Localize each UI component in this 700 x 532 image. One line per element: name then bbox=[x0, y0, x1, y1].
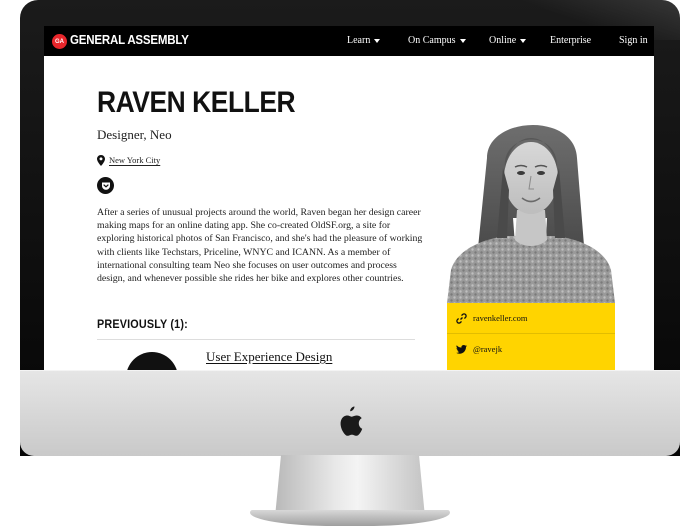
location-link[interactable]: New York City bbox=[109, 155, 160, 165]
chevron-down-icon bbox=[459, 38, 466, 43]
ga-logo-icon[interactable]: GA bbox=[52, 34, 67, 49]
chevron-down-icon bbox=[520, 38, 527, 43]
brand-name[interactable]: GENERAL ASSEMBLY bbox=[70, 33, 189, 47]
nav-enterprise-label: Enterprise bbox=[550, 35, 592, 46]
previously-heading: PREVIOUSLY (1): bbox=[97, 317, 188, 331]
nav-sign-in-label: Sign in bbox=[619, 35, 648, 46]
course-thumbnail[interactable] bbox=[126, 352, 178, 370]
nav-learn[interactable]: Learn bbox=[347, 35, 381, 46]
profile-links-panel: ravenkeller.com @ravejk bbox=[447, 303, 615, 370]
nav-on-campus[interactable]: On Campus bbox=[408, 35, 466, 46]
nav-learn-label: Learn bbox=[347, 35, 371, 46]
course-title-link[interactable]: User Experience Design bbox=[206, 349, 332, 365]
profile-name: RAVEN KELLER bbox=[97, 86, 296, 119]
website-link[interactable]: ravenkeller.com bbox=[447, 303, 615, 333]
nav-sign-in[interactable]: Sign in bbox=[619, 35, 648, 46]
nav-online-label: Online bbox=[489, 35, 517, 46]
imac-base bbox=[250, 510, 450, 526]
profile-photo bbox=[447, 98, 615, 303]
nav-enterprise[interactable]: Enterprise bbox=[550, 35, 591, 46]
profile-job-title: Designer, Neo bbox=[97, 127, 172, 142]
twitter-icon bbox=[456, 345, 467, 354]
browser-viewport: GA GENERAL ASSEMBLY Learn On Campus Onli… bbox=[44, 26, 654, 370]
pocket-icon bbox=[101, 182, 110, 190]
nav-on-campus-label: On Campus bbox=[408, 35, 456, 46]
website-link-label: ravenkeller.com bbox=[473, 313, 528, 323]
twitter-link[interactable]: @ravejk bbox=[447, 333, 615, 363]
section-divider bbox=[97, 339, 415, 340]
nav-online[interactable]: Online bbox=[489, 35, 527, 46]
profile-bio: After a series of unusual projects aroun… bbox=[97, 207, 423, 285]
top-navbar: GA GENERAL ASSEMBLY Learn On Campus Onli… bbox=[44, 26, 654, 56]
chevron-down-icon bbox=[374, 38, 381, 43]
imac-stand bbox=[275, 455, 425, 517]
link-icon bbox=[456, 313, 467, 324]
twitter-link-label: @ravejk bbox=[473, 344, 503, 354]
map-pin-icon bbox=[97, 155, 105, 166]
social-badge-icon[interactable] bbox=[97, 177, 114, 194]
apple-icon bbox=[340, 406, 363, 436]
